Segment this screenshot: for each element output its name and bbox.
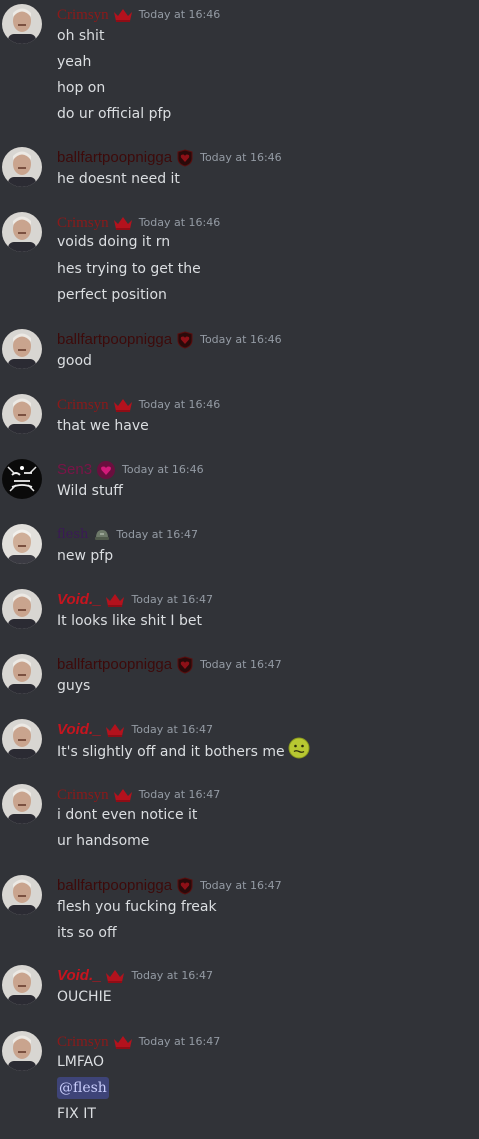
username[interactable]: Sen3 [57, 459, 92, 481]
username[interactable]: Void._ [57, 589, 101, 611]
message-text: perfect position [57, 287, 167, 303]
message-text: flesh you fucking freak [57, 899, 217, 915]
user-mention[interactable]: @flesh [57, 1077, 109, 1099]
message-text: It looks like shit I bet [57, 613, 202, 629]
message-text: its so off [57, 925, 117, 941]
timestamp: Today at 16:47 [131, 593, 214, 606]
heart-badge-icon [96, 460, 116, 480]
avatar[interactable] [2, 394, 42, 434]
username[interactable]: Crimsyn [57, 394, 109, 416]
message-list: Crimsyn Today at 16:46 oh shit yeah hop … [0, 0, 479, 1139]
timestamp: Today at 16:46 [138, 398, 221, 411]
message-text: that we have [57, 418, 149, 434]
shield-heart-icon [176, 331, 194, 349]
message-text: Wild stuff [57, 483, 123, 499]
username[interactable]: flesh [57, 524, 88, 546]
avatar[interactable] [2, 1031, 42, 1071]
timestamp: Today at 16:47 [131, 969, 214, 982]
username[interactable]: ballfartpoopnigga [57, 329, 172, 351]
timestamp: Today at 16:46 [122, 463, 204, 476]
message-text: i dont even notice it [57, 807, 198, 823]
avatar[interactable] [2, 875, 42, 915]
timestamp: Today at 16:47 [138, 1035, 221, 1048]
avatar[interactable] [2, 4, 42, 44]
username[interactable]: Void._ [57, 965, 101, 987]
crown-icon [105, 593, 125, 607]
message-text: LMFAO [57, 1054, 104, 1070]
message-text: guys [57, 678, 91, 694]
crown-icon [113, 8, 133, 22]
username[interactable]: Crimsyn [57, 1031, 109, 1053]
message-text: hop on [57, 80, 106, 96]
message-text: yeah [57, 54, 92, 70]
avatar[interactable] [2, 965, 42, 1005]
timestamp: Today at 16:47 [116, 528, 198, 541]
avatar[interactable] [2, 589, 42, 629]
username[interactable]: Crimsyn [57, 784, 109, 806]
avatar[interactable] [2, 459, 42, 499]
message-text: oh shit [57, 28, 105, 44]
avatar[interactable] [2, 719, 42, 759]
timestamp: Today at 16:46 [200, 151, 282, 164]
message-text: FIX IT [57, 1106, 96, 1122]
message-text: he doesnt need it [57, 171, 180, 187]
mention-row: @flesh [57, 1077, 109, 1099]
avatar[interactable] [2, 784, 42, 824]
message-text-row: It's slightly off and it bothers me [57, 737, 310, 766]
crown-icon [113, 216, 133, 230]
username[interactable]: ballfartpoopnigga [57, 654, 172, 676]
message-text: hes trying to get the [57, 261, 201, 277]
avatar[interactable] [2, 147, 42, 187]
crown-icon [113, 1035, 133, 1049]
timestamp: Today at 16:47 [200, 879, 282, 892]
avatar[interactable] [2, 654, 42, 694]
shield-heart-icon [176, 877, 194, 895]
message-text: do ur official pfp [57, 106, 172, 122]
username[interactable]: Crimsyn [57, 4, 109, 26]
message-text: voids doing it rn [57, 234, 171, 250]
crown-icon [113, 398, 133, 412]
crown-icon [113, 788, 133, 802]
username[interactable]: ballfartpoopnigga [57, 875, 172, 897]
crown-icon [105, 723, 125, 737]
helmet-icon [94, 528, 110, 542]
message-text: good [57, 353, 92, 369]
avatar[interactable] [2, 329, 42, 369]
shield-heart-icon [176, 656, 194, 674]
message-text: new pfp [57, 548, 114, 564]
timestamp: Today at 16:46 [138, 8, 221, 21]
nauseated-face-icon [288, 737, 310, 766]
timestamp: Today at 16:47 [138, 788, 221, 801]
message-text: ur handsome [57, 833, 150, 849]
shield-heart-icon [176, 149, 194, 167]
timestamp: Today at 16:47 [200, 658, 282, 671]
avatar[interactable] [2, 212, 42, 252]
avatar[interactable] [2, 524, 42, 564]
username[interactable]: ballfartpoopnigga [57, 147, 172, 169]
crown-icon [105, 969, 125, 983]
message-text: It's slightly off and it bothers me [57, 743, 285, 760]
message-text: OUCHIE [57, 989, 112, 1005]
timestamp: Today at 16:46 [200, 333, 282, 346]
